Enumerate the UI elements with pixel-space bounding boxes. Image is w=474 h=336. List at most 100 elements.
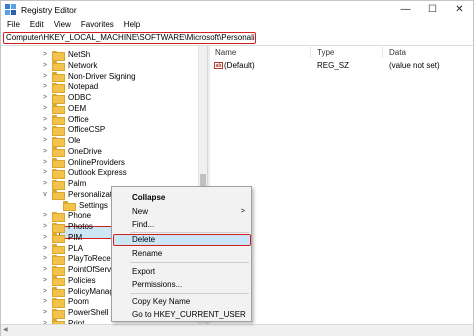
chevron-right-icon[interactable]: > bbox=[42, 309, 48, 316]
tree-item-label: Settings bbox=[79, 200, 108, 210]
menu-view[interactable]: View bbox=[54, 20, 71, 29]
value-row-default-name[interactable]: ab (Default) bbox=[214, 61, 255, 70]
tree-item[interactable]: > Poom bbox=[42, 296, 89, 308]
tree-item[interactable]: > NetSh bbox=[42, 49, 90, 61]
chevron-right-icon[interactable]: > bbox=[42, 255, 48, 262]
tree-item[interactable]: > OfficeCSP bbox=[42, 124, 105, 136]
column-separator bbox=[382, 47, 383, 58]
chevron-down-icon[interactable]: v bbox=[42, 191, 48, 198]
chevron-right-icon[interactable]: > bbox=[42, 298, 48, 305]
column-separator bbox=[310, 47, 311, 58]
folder-icon bbox=[63, 201, 76, 211]
tree-item[interactable]: > PIM bbox=[42, 232, 82, 244]
chevron-right-icon[interactable]: > bbox=[42, 212, 48, 219]
tree-item[interactable]: > OnlineProviders bbox=[42, 157, 125, 168]
menu-item-rename[interactable]: Rename bbox=[112, 248, 251, 260]
tree-item[interactable]: > PowerShell bbox=[42, 307, 109, 319]
menu-item-delete[interactable]: Delete bbox=[112, 234, 251, 246]
tree-item[interactable]: > ODBC bbox=[42, 92, 91, 104]
tree-item[interactable]: > OneDrive bbox=[42, 146, 102, 158]
folder-icon bbox=[52, 254, 65, 265]
folder-icon bbox=[52, 265, 65, 276]
menu-help[interactable]: Help bbox=[124, 20, 140, 29]
chevron-right-icon[interactable]: > bbox=[42, 277, 48, 284]
tree-item-label: Ole bbox=[68, 136, 81, 145]
tree-item[interactable]: > Notepad bbox=[42, 81, 98, 93]
close-button[interactable]: ✕ bbox=[446, 1, 473, 18]
title-bar: Registry Editor — ☐ ✕ bbox=[1, 1, 473, 18]
tree-item[interactable]: > PointOfService bbox=[42, 264, 121, 276]
tree-item[interactable]: > Palm bbox=[42, 178, 87, 190]
chevron-right-icon[interactable]: > bbox=[42, 223, 48, 230]
menu-item-export[interactable]: Export bbox=[112, 266, 251, 278]
menu-favorites[interactable]: Favorites bbox=[81, 20, 114, 29]
tree-item[interactable]: > Outlook Express bbox=[42, 167, 127, 179]
folder-icon bbox=[52, 244, 65, 254]
tree-item[interactable]: > PLA bbox=[42, 243, 83, 254]
chevron-right-icon[interactable]: > bbox=[42, 148, 48, 155]
tree-item-label: PowerShell bbox=[68, 308, 109, 317]
menu-file[interactable]: File bbox=[7, 20, 20, 29]
tree-item[interactable]: Settings bbox=[53, 200, 108, 211]
folder-icon bbox=[52, 125, 65, 136]
tree-item[interactable]: > PolicyManager bbox=[42, 286, 121, 297]
chevron-right-icon[interactable]: > bbox=[42, 159, 48, 166]
chevron-right-icon[interactable]: > bbox=[42, 288, 48, 295]
chevron-right-icon[interactable]: > bbox=[42, 62, 48, 69]
chevron-right-icon[interactable]: > bbox=[42, 73, 48, 80]
tree-item[interactable]: > Non-Driver Signing bbox=[42, 71, 136, 82]
registry-editor-window: Registry Editor — ☐ ✕ File Edit View Fav… bbox=[0, 0, 474, 336]
folder-icon bbox=[52, 50, 65, 61]
tree-item[interactable]: > Phone bbox=[42, 210, 91, 222]
tree-item-label: Outlook Express bbox=[68, 168, 127, 178]
column-header-data[interactable]: Data bbox=[389, 48, 406, 57]
tree-item-label: OnlineProviders bbox=[68, 157, 125, 167]
menu-item-find[interactable]: Find... bbox=[112, 219, 251, 231]
menu-separator bbox=[130, 293, 249, 294]
tree-item[interactable]: > Office bbox=[42, 114, 89, 125]
folder-icon bbox=[52, 72, 65, 82]
chevron-right-icon[interactable]: > bbox=[42, 83, 48, 90]
menu-item-copy-key-name[interactable]: Copy Key Name bbox=[112, 296, 251, 308]
menu-item-permissions[interactable]: Permissions... bbox=[112, 279, 251, 291]
chevron-right-icon[interactable]: > bbox=[42, 51, 48, 58]
folder-icon bbox=[52, 168, 65, 179]
value-type: REG_SZ bbox=[317, 61, 350, 70]
context-menu: Collapse New > Find... Delete Rename Exp… bbox=[111, 186, 252, 322]
folder-icon bbox=[52, 104, 65, 115]
folder-icon bbox=[52, 115, 65, 125]
folder-icon bbox=[52, 308, 65, 319]
menu-item-collapse[interactable]: Collapse bbox=[112, 192, 251, 204]
chevron-right-icon[interactable]: > bbox=[42, 126, 48, 133]
chevron-right-icon[interactable]: > bbox=[42, 169, 48, 176]
folder-icon bbox=[52, 276, 65, 287]
minimize-button[interactable]: — bbox=[392, 1, 419, 18]
chevron-right-icon[interactable]: > bbox=[42, 266, 48, 273]
menu-separator bbox=[130, 232, 249, 233]
menu-item-new[interactable]: New > bbox=[112, 206, 251, 218]
chevron-right-icon[interactable]: > bbox=[42, 94, 48, 101]
chevron-right-icon[interactable]: > bbox=[42, 180, 48, 187]
chevron-right-icon[interactable]: > bbox=[42, 137, 48, 144]
tree-item-label: Network bbox=[68, 60, 98, 70]
chevron-right-icon[interactable]: > bbox=[42, 116, 48, 123]
tree-item[interactable]: > Ole bbox=[42, 135, 81, 147]
tree-item-label: Palm bbox=[68, 179, 87, 188]
registry-editor-icon bbox=[5, 4, 16, 15]
chevron-right-icon[interactable]: > bbox=[42, 234, 48, 241]
tree-item[interactable]: > OEM bbox=[42, 103, 86, 115]
tree-item[interactable]: > Policies bbox=[42, 275, 96, 287]
maximize-button[interactable]: ☐ bbox=[419, 1, 446, 18]
column-header-name[interactable]: Name bbox=[215, 48, 236, 57]
menu-edit[interactable]: Edit bbox=[30, 20, 44, 29]
chevron-right-icon[interactable]: > bbox=[42, 245, 48, 252]
tree-item[interactable]: > Network bbox=[42, 60, 98, 72]
folder-icon bbox=[52, 136, 65, 147]
scroll-left-icon[interactable]: ◀ bbox=[3, 326, 8, 333]
window-title: Registry Editor bbox=[21, 4, 77, 15]
tree-item[interactable]: > Photos bbox=[42, 221, 93, 233]
address-bar[interactable]: Computer\HKEY_LOCAL_MACHINE\SOFTWARE\Mic… bbox=[3, 32, 256, 44]
chevron-right-icon[interactable]: > bbox=[42, 105, 48, 112]
column-header-type[interactable]: Type bbox=[317, 48, 334, 57]
menu-item-goto-hkcu[interactable]: Go to HKEY_CURRENT_USER bbox=[112, 309, 251, 321]
